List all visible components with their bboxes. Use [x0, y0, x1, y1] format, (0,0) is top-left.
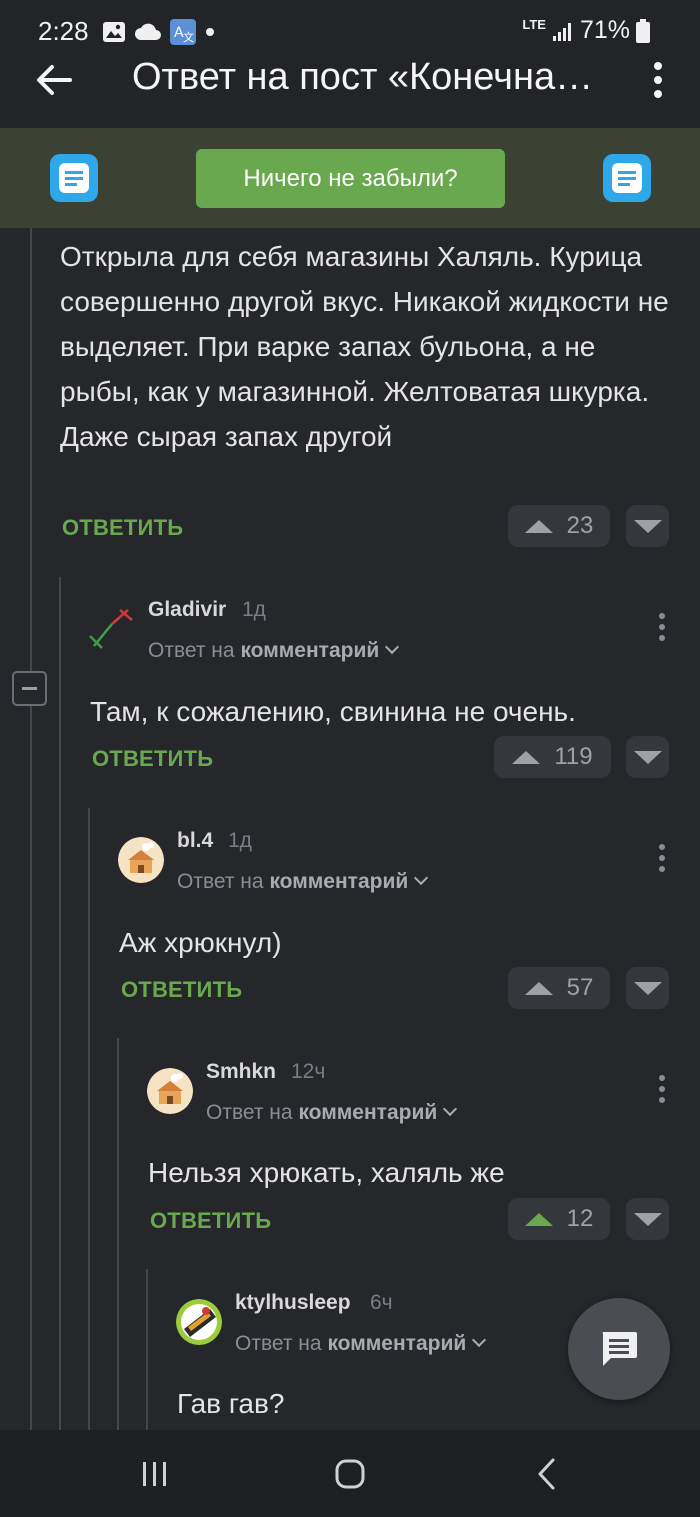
reply-target: комментарий [327, 1332, 467, 1355]
translate-icon: A文 [170, 19, 196, 45]
page-title: Ответ на пост «Конечна… [132, 56, 594, 98]
reply-prefix: Ответ на [206, 1101, 293, 1124]
comment-text: Нельзя хрюкать, халяль же [148, 1157, 505, 1188]
status-time: 2:28 [38, 16, 89, 46]
comment-more-icon[interactable] [656, 612, 668, 642]
vote-count: 23 [566, 512, 594, 539]
reminder-button[interactable]: Ничего не забыли? [196, 149, 505, 208]
reply-target: комментарий [240, 639, 380, 662]
upvote-button[interactable]: 12 [508, 1198, 610, 1240]
signal-icon [552, 22, 571, 41]
vote-count: 119 [554, 743, 593, 770]
user-avatar[interactable] [176, 1299, 222, 1345]
reply-button[interactable]: ОТВЕТИТЬ [92, 746, 213, 772]
gallery-icon [103, 22, 125, 42]
reply-to-link[interactable]: Ответ на комментарий [148, 639, 400, 663]
reply-to-link[interactable]: Ответ на комментарий [206, 1101, 458, 1125]
back-nav-icon[interactable] [527, 1454, 567, 1494]
reply-to-link[interactable]: Ответ на комментарий [177, 870, 429, 894]
cloud-icon [135, 23, 161, 40]
user-avatar[interactable] [88, 606, 134, 652]
upvote-button[interactable]: 119 [494, 736, 611, 778]
reply-prefix: Ответ на [177, 870, 264, 893]
comment-text: Аж хрюкнул) [119, 927, 282, 958]
upvote-icon [512, 750, 541, 764]
app-bar: Ответ на пост «Конечна… [0, 48, 700, 128]
svg-text:文: 文 [183, 30, 194, 44]
reply-prefix: Ответ на [148, 639, 235, 662]
downvote-icon [633, 750, 662, 764]
upvote-icon [524, 519, 553, 533]
username[interactable]: bl.4 [177, 829, 213, 853]
reply-target: комментарий [298, 1101, 438, 1124]
thread-line [59, 577, 61, 1430]
user-avatar[interactable] [118, 837, 164, 883]
username[interactable]: Smhkn [206, 1060, 276, 1084]
system-indicators: LTE 71% [522, 16, 650, 45]
recent-apps-icon[interactable] [135, 1454, 175, 1494]
downvote-icon [633, 981, 662, 995]
upvote-button[interactable]: 57 [508, 967, 610, 1009]
home-icon[interactable] [330, 1454, 370, 1494]
downvote-button[interactable] [626, 505, 669, 547]
comment-time: 1д [242, 598, 266, 621]
thread-line [88, 808, 90, 1430]
reply-button[interactable]: ОТВЕТИТЬ [62, 515, 183, 541]
comment-text: Там, к сожалению, свинина не очень. [90, 696, 576, 727]
thread-line [117, 1038, 119, 1430]
comment-fab-button[interactable] [568, 1298, 670, 1400]
battery-icon [636, 18, 650, 43]
reply-to-link[interactable]: Ответ на комментарий [235, 1332, 487, 1356]
comment-more-icon[interactable] [656, 843, 668, 873]
dot-icon [206, 28, 214, 36]
downvote-icon [633, 519, 662, 533]
note-icon [603, 154, 651, 202]
chevron-down-icon [443, 1101, 458, 1117]
message-icon [602, 1332, 637, 1366]
downvote-icon [633, 1212, 662, 1226]
notification-icons: A文 [102, 19, 216, 45]
downvote-button[interactable] [626, 967, 669, 1009]
chevron-down-icon [385, 639, 400, 655]
downvote-button[interactable] [626, 736, 669, 778]
comment-time: 6ч [370, 1291, 393, 1314]
note-icon [50, 154, 98, 202]
reply-button[interactable]: ОТВЕТИТЬ [150, 1208, 271, 1234]
network-type: LTE [522, 17, 546, 32]
comment-more-icon[interactable] [656, 1074, 668, 1104]
upvote-button[interactable]: 23 [508, 505, 610, 547]
vote-count: 12 [566, 1205, 594, 1232]
back-arrow-icon[interactable] [34, 60, 74, 100]
chevron-down-icon [472, 1332, 487, 1348]
reply-target: комментарий [269, 870, 409, 893]
upvote-icon [524, 981, 553, 995]
comment-time: 12ч [291, 1060, 326, 1083]
reminder-banner: Ничего не забыли? [0, 128, 700, 228]
reply-button[interactable]: ОТВЕТИТЬ [121, 977, 242, 1003]
chevron-down-icon [414, 870, 429, 886]
comment-text: Открыла для себя магазины Халяль. Курица… [60, 241, 669, 452]
comment-time: 1д [228, 829, 252, 852]
collapse-thread-button[interactable] [12, 671, 47, 706]
thread-line [146, 1269, 148, 1430]
more-options-icon[interactable] [648, 60, 668, 100]
comments-thread[interactable]: Открыла для себя магазины Халяль. Курица… [0, 228, 700, 1430]
comment-text: Гав гав? [177, 1388, 285, 1419]
username[interactable]: Gladivir [148, 598, 226, 622]
upvote-icon [524, 1212, 553, 1226]
vote-count: 57 [566, 974, 594, 1001]
battery-percent: 71% [579, 16, 630, 44]
downvote-button[interactable] [626, 1198, 669, 1240]
reply-prefix: Ответ на [235, 1332, 322, 1355]
system-nav-bar [0, 1430, 700, 1517]
user-avatar[interactable] [147, 1068, 193, 1114]
username[interactable]: ktylhusleep [235, 1291, 351, 1315]
thread-line [30, 228, 32, 1430]
